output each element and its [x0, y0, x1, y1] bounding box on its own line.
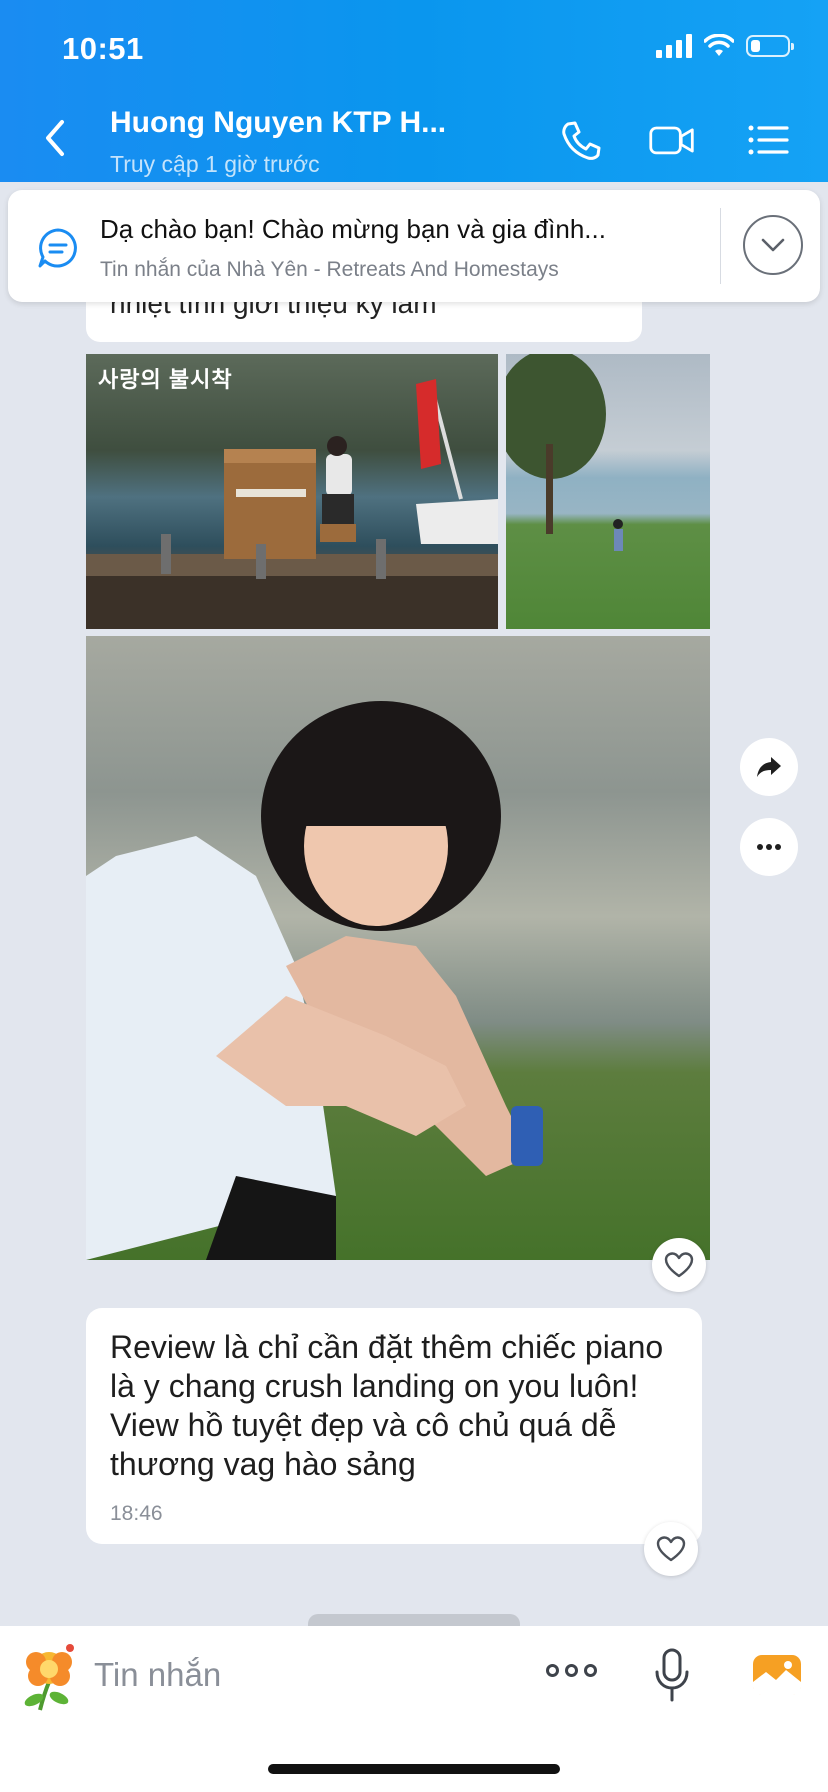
- home-indicator: [268, 1764, 560, 1774]
- heart-icon: [656, 1536, 686, 1562]
- photo-piano-scene[interactable]: 사랑의 불시착: [86, 354, 498, 629]
- dot-icon: [565, 1664, 578, 1677]
- chevron-down-icon: [761, 238, 785, 252]
- message-input[interactable]: Tin nhắn: [94, 1656, 221, 1694]
- back-button[interactable]: [40, 118, 70, 158]
- photo-woman-lakeside[interactable]: [86, 636, 710, 1260]
- ellipsis-icon: [757, 844, 781, 850]
- piano-scene-art: [86, 379, 498, 629]
- menu-list-button[interactable]: [744, 118, 792, 162]
- like-photo-button[interactable]: [652, 1238, 706, 1292]
- divider: [720, 208, 721, 284]
- battery-icon: [746, 35, 794, 57]
- like-message-button[interactable]: [644, 1522, 698, 1576]
- heart-icon: [664, 1252, 694, 1278]
- chat-bubble-icon: [38, 228, 77, 268]
- message-text: Review là chỉ cần đặt thêm chiếc piano l…: [110, 1329, 664, 1482]
- status-time: 10:51: [62, 31, 144, 66]
- expand-pinned-button[interactable]: [743, 215, 803, 275]
- share-arrow-icon: [757, 757, 781, 777]
- microphone-button[interactable]: [650, 1646, 694, 1706]
- sticker-button[interactable]: [14, 1642, 84, 1712]
- dot-icon: [584, 1664, 597, 1677]
- lakeside-portrait-art: [86, 701, 543, 1260]
- message-bubble[interactable]: Review là chỉ cần đặt thêm chiếc piano l…: [86, 1308, 702, 1544]
- more-options-button[interactable]: [740, 818, 798, 876]
- photo-lake-tree[interactable]: [506, 354, 710, 629]
- chat-title[interactable]: Huong Nguyen KTP H...: [110, 106, 446, 140]
- signal-icon: [656, 34, 692, 58]
- more-actions-button[interactable]: [546, 1664, 597, 1677]
- last-seen-status: Truy cập 1 giờ trước: [110, 151, 320, 177]
- pinned-message-banner[interactable]: Dạ chào bạn! Chào mừng bạn và gia đình..…: [8, 190, 820, 302]
- video-call-button[interactable]: [648, 118, 696, 162]
- image-picker-button[interactable]: [752, 1652, 802, 1698]
- pinned-message-source: Tin nhắn của Nhà Yên - Retreats And Home…: [100, 258, 559, 281]
- forward-button[interactable]: [740, 738, 798, 796]
- lake-scene-art: [506, 354, 623, 551]
- dot-icon: [546, 1664, 559, 1677]
- message-composer: Tin nhắn: [0, 1626, 828, 1792]
- wifi-icon: [704, 34, 734, 56]
- pinned-message-text: Dạ chào bạn! Chào mừng bạn và gia đình..…: [100, 214, 606, 244]
- chat-header: 10:51 Huong Nguyen KTP H... Truy cập 1 g…: [0, 0, 828, 182]
- status-icons: [656, 34, 794, 58]
- message-timestamp: 18:46: [110, 1502, 163, 1525]
- phone-call-button[interactable]: [558, 118, 606, 162]
